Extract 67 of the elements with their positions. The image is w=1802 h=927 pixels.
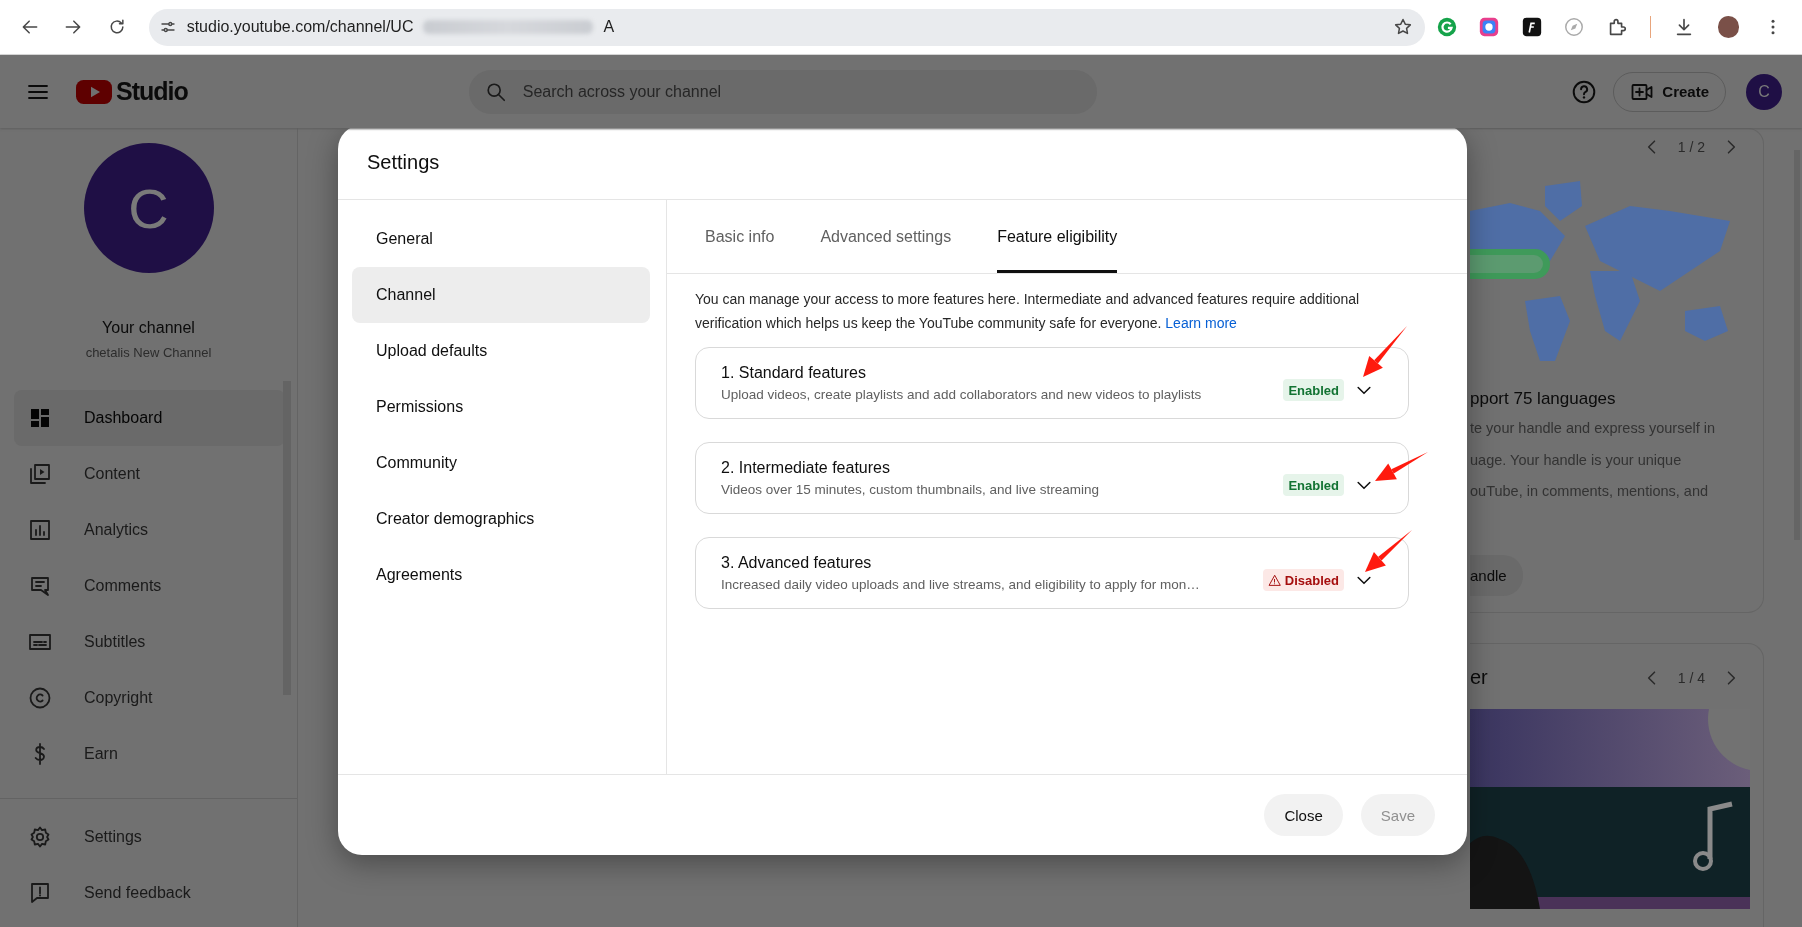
feature-title: 1. Standard features xyxy=(721,364,867,382)
profile-avatar[interactable] xyxy=(1717,16,1740,38)
bookmark-star-icon[interactable] xyxy=(1393,17,1414,37)
address-bar[interactable]: studio.youtube.com/channel/UC A xyxy=(148,8,1426,46)
gear-icon xyxy=(28,825,52,849)
url-text: A xyxy=(603,18,615,36)
feedback-icon xyxy=(28,881,52,905)
tab[interactable]: Feature eligibility xyxy=(997,200,1118,273)
dashboard-icon xyxy=(28,406,52,430)
settings-nav-item[interactable]: Agreements xyxy=(352,547,650,603)
channel-title: Your channel xyxy=(102,319,195,337)
annotation-arrow xyxy=(1375,452,1428,481)
feature-description: Increased daily video uploads and live streams, and eligibility to apply for mon… xyxy=(721,577,1201,592)
annotation-arrow xyxy=(1365,530,1412,572)
chart-icon xyxy=(28,518,52,542)
sidebar-item[interactable]: Comments xyxy=(14,558,285,614)
sidebar-item[interactable]: Copyright xyxy=(14,670,285,726)
feature-card[interactable]: 3. Advanced features Increased daily video uploads and live streams, and eligibility to apply for mon… Disabled xyxy=(695,537,1409,609)
copyright-icon xyxy=(28,686,52,710)
search-placeholder: Search across your channel xyxy=(522,82,722,101)
page-indicator: 1 / 4 xyxy=(1677,669,1705,686)
close-button[interactable]: Close xyxy=(1264,794,1343,836)
search-icon[interactable] xyxy=(484,80,507,103)
dialog-title: Settings xyxy=(338,125,1467,200)
learn-more-link[interactable]: Learn more xyxy=(1165,315,1237,331)
promo-text: ouTube, in comments, mentions, and xyxy=(1470,482,1710,501)
feature-card[interactable]: 2. Intermediate features Videos over 15 minutes, custom thumbnails, and live streaming Enabled xyxy=(695,442,1409,514)
status-badge: Enabled xyxy=(1283,379,1344,401)
feature-description: Upload videos, create playlists and add collaborators and new videos to playlists xyxy=(721,387,1203,402)
sidebar-item[interactable]: Earn xyxy=(14,726,285,782)
comment-icon xyxy=(28,574,52,598)
studio-logo[interactable]: Studio xyxy=(76,73,188,110)
feature-title: 2. Intermediate features xyxy=(721,459,891,477)
promo-text: uage. Your handle is your unique xyxy=(1470,450,1683,470)
feature-card[interactable]: 1. Standard features Upload videos, create playlists and add collaborators and new videos to playlists Enabled xyxy=(695,347,1409,419)
sidebar-item[interactable]: Dashboard xyxy=(14,390,285,446)
status-badge: Disabled xyxy=(1262,569,1344,591)
card-heading: er xyxy=(1470,666,1488,689)
settings-nav-item[interactable]: Upload defaults xyxy=(352,323,650,379)
tab[interactable]: Basic info xyxy=(705,200,775,273)
page-indicator: 1 / 2 xyxy=(1677,139,1705,155)
promo-heading: pport 75 languages xyxy=(1470,389,1617,409)
help-icon[interactable] xyxy=(1571,78,1598,105)
settings-nav-item[interactable]: Creator demographics xyxy=(352,491,650,547)
settings-nav-item[interactable]: Community xyxy=(352,435,650,491)
sidebar-item[interactable]: Content xyxy=(14,446,285,502)
sidebar-item[interactable]: Settings xyxy=(14,809,285,865)
sidebar-item[interactable]: Analytics xyxy=(14,502,285,558)
feature-title: 3. Advanced features xyxy=(721,554,873,572)
handle-button[interactable]: andle xyxy=(1470,554,1523,596)
status-badge: Enabled xyxy=(1283,474,1344,496)
url-text: studio.youtube.com/channel/UC xyxy=(186,18,414,36)
tab[interactable]: Advanced settings xyxy=(820,200,952,273)
description-text: You can manage your access to more features here. Intermediate and advanced features require additional verification which helps us keep the YouTube community safe for everyone. Learn more xyxy=(695,290,1361,333)
promo-text: te your handle and express yourself in xyxy=(1470,419,1717,438)
settings-nav-item[interactable]: General xyxy=(352,211,650,267)
channel-avatar[interactable]: C xyxy=(83,143,214,273)
settings-nav-item[interactable]: Channel xyxy=(352,267,650,323)
sidebar-item[interactable]: Subtitles xyxy=(14,614,285,670)
sidebar-item[interactable]: Send feedback xyxy=(14,865,285,921)
video-library-icon xyxy=(28,462,52,486)
account-avatar[interactable]: C xyxy=(1746,73,1782,110)
settings-nav-item[interactable]: Permissions xyxy=(352,379,650,435)
channel-name: chetalis New Channel xyxy=(85,345,212,360)
feature-description: Videos over 15 minutes, custom thumbnails, and live streaming xyxy=(721,482,1100,497)
logo-text: Studio xyxy=(116,77,188,106)
warning-icon xyxy=(1267,573,1281,587)
